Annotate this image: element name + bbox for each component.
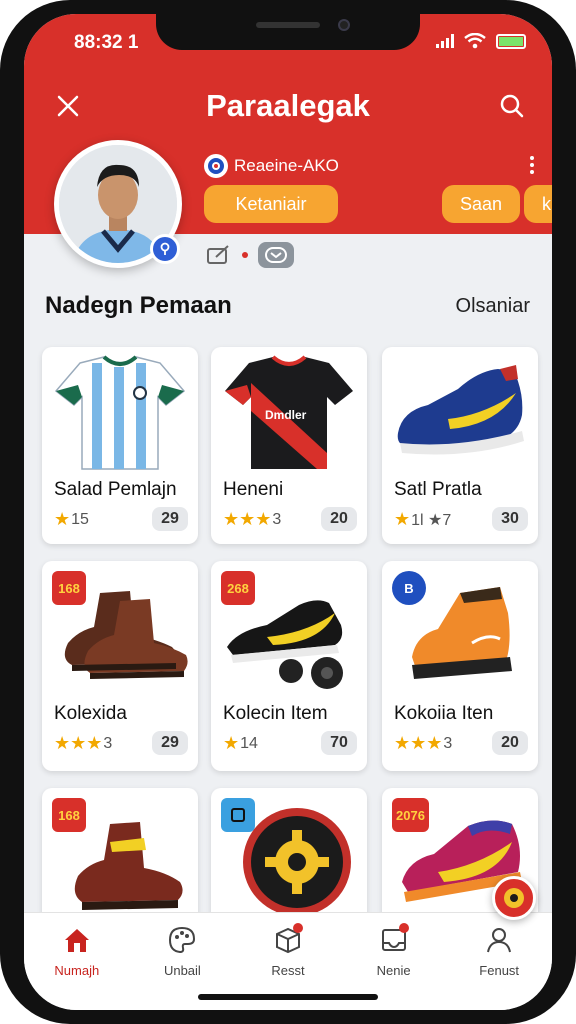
tab-label: Resst — [271, 963, 305, 978]
product-image-sneaker — [397, 365, 524, 455]
home-icon — [64, 929, 89, 952]
share-icon[interactable] — [206, 244, 232, 266]
product-tag: B — [392, 571, 426, 605]
home-indicator — [198, 994, 378, 1000]
star-icon: ★★★ — [223, 509, 272, 529]
product-rating: ★★★ 3 — [54, 733, 112, 754]
star-icon: ★ — [394, 509, 411, 529]
section-view-all-link[interactable]: Olsaniar — [456, 295, 530, 318]
tab-label: Unbail — [163, 963, 201, 978]
product-name: Salad Pemlajn — [54, 479, 177, 500]
palette-icon — [169, 926, 196, 954]
product-count: 29 — [152, 731, 188, 755]
rating-value: 3 — [443, 734, 453, 752]
product-count: 30 — [492, 507, 528, 531]
product-image-jersey: Dmdler — [225, 355, 353, 469]
tab-home[interactable]: Numajh — [24, 913, 130, 1010]
rating-value: 14 — [240, 734, 258, 752]
product-name: Kolexida — [54, 703, 127, 724]
message-chip-icon[interactable] — [258, 242, 294, 268]
page-title: Paraalegak — [206, 88, 370, 123]
product-count: 20 — [321, 507, 357, 531]
more-options-button[interactable] — [530, 156, 534, 174]
product-name: Kokoiia Iten — [394, 703, 494, 724]
product-card[interactable]: B Kokoiia Iten ★★★ 3 20 — [382, 561, 538, 771]
product-image-jersey — [54, 355, 186, 470]
ball-icon — [504, 888, 524, 908]
product-name: Kolecin Item — [223, 703, 328, 724]
club-logo-icon — [204, 154, 228, 178]
search-icon — [500, 94, 524, 118]
tab-label: Fenust — [479, 963, 520, 978]
secondary-action-button[interactable]: Saan — [442, 185, 520, 223]
product-tag: 268 — [221, 571, 255, 605]
wifi-icon — [464, 33, 486, 49]
product-rating: ★★★ 3 — [394, 733, 452, 754]
product-card[interactable]: Salad Pemlajn ★ 15 29 — [42, 347, 198, 544]
product-tag: 2076 — [392, 798, 429, 832]
tab-label: Numajh — [54, 963, 100, 978]
rating-value: 15 — [71, 510, 89, 528]
star-icon: ★ — [223, 733, 240, 753]
product-card[interactable]: Satl Pratla ★ 1l ★7 30 — [382, 347, 538, 544]
product-card[interactable]: Dmdler Heneni ★★★ 3 20 — [211, 347, 367, 544]
product-rating: ★ 14 — [223, 733, 258, 754]
rating-value: 1l ★7 — [411, 511, 452, 529]
search-button[interactable] — [492, 86, 532, 126]
user-row: Reaeine-AKO — [204, 154, 339, 178]
app-screen: 88:32 1 Paraalegak Reaeine-AKO Ketaniair… — [24, 14, 552, 1010]
product-tag: 168 — [52, 571, 86, 605]
product-tag: 168 — [52, 798, 86, 832]
status-time: 88:32 1 — [74, 32, 139, 53]
signal-icon — [436, 34, 454, 48]
tab-profile[interactable]: Fenust — [446, 913, 552, 1010]
status-dot — [242, 252, 248, 258]
product-card[interactable]: 268 Kolecin Item ★ 14 70 — [211, 561, 367, 771]
product-rating: ★★★ 3 — [223, 509, 281, 530]
section-title: Nadegn Pemaan — [45, 292, 232, 319]
floating-action-button[interactable] — [492, 876, 536, 920]
product-rating: ★ 15 — [54, 509, 89, 530]
user-icon — [487, 928, 512, 953]
rating-value: 3 — [103, 734, 113, 752]
notification-dot — [292, 923, 303, 933]
notch — [156, 14, 420, 50]
username: Reaeine-AKO — [234, 156, 339, 175]
star-icon: ★★★ — [394, 733, 443, 753]
avatar[interactable] — [54, 140, 182, 268]
svg-text:Dmdler: Dmdler — [265, 408, 307, 422]
product-name: Heneni — [223, 479, 284, 500]
product-tag — [221, 798, 255, 832]
product-name: Satl Pratla — [394, 479, 482, 500]
star-icon: ★★★ — [54, 733, 103, 753]
pin-icon — [231, 808, 245, 822]
tab-label: Nenie — [376, 963, 411, 978]
phone-frame: 88:32 1 Paraalegak Reaeine-AKO Ketaniair… — [0, 0, 576, 1024]
rating-value: 3 — [272, 510, 282, 528]
profile-mini-icons — [206, 242, 294, 268]
primary-action-button[interactable]: Ketaniair — [204, 185, 338, 223]
verified-badge-icon — [150, 234, 180, 264]
product-rating: ★ 1l ★7 — [394, 509, 451, 530]
product-card[interactable]: 168 Kolexida ★★★ 3 29 — [42, 561, 198, 771]
battery-icon — [496, 33, 526, 49]
product-count: 70 — [321, 731, 357, 755]
star-icon: ★ — [54, 509, 71, 529]
product-count: 29 — [152, 507, 188, 531]
overflow-action-button[interactable]: k — [524, 185, 552, 223]
product-count: 20 — [492, 731, 528, 755]
status-icons — [436, 33, 526, 49]
notification-dot — [398, 923, 409, 933]
